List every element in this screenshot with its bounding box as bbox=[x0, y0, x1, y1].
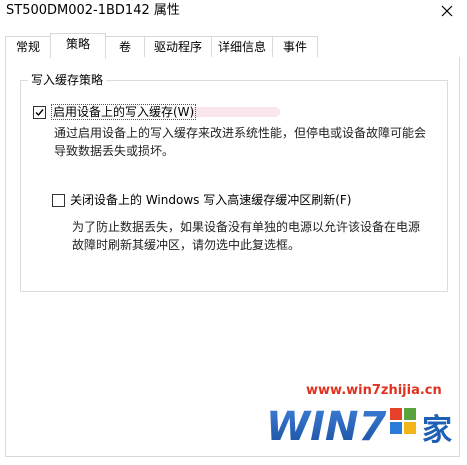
tab-events[interactable]: 事件 bbox=[272, 36, 318, 57]
description-line: 故障时刷新其缓冲区，请勿选中此复选框。 bbox=[72, 238, 301, 252]
watermark-logo-suffix: 家 bbox=[422, 413, 452, 448]
close-icon bbox=[441, 5, 453, 17]
tab-details[interactable]: 详细信息 bbox=[211, 36, 273, 57]
checkmark-icon bbox=[35, 108, 44, 116]
disable-buffer-flush-checkbox[interactable] bbox=[52, 193, 65, 207]
disable-buffer-flush-option[interactable]: 关闭设备上的 Windows 写入高速缓存缓冲区刷新(F) bbox=[52, 193, 351, 207]
title-bar: ST500DM002-1BD142 属性 bbox=[0, 0, 467, 28]
enable-write-cache-option[interactable]: 启用设备上的写入缓存(W) bbox=[33, 104, 197, 120]
watermark-blur bbox=[190, 107, 280, 117]
description-line: 通过启用设备上的写入缓存来改进系统性能，但停电或设备故障可能会 bbox=[54, 126, 427, 140]
enable-write-cache-checkbox[interactable] bbox=[33, 105, 46, 119]
groupbox-title: 写入缓存策略 bbox=[28, 73, 107, 87]
disable-buffer-flush-label[interactable]: 关闭设备上的 Windows 写入高速缓存缓冲区刷新(F) bbox=[70, 193, 351, 207]
description-line: 导致数据丢失或损坏。 bbox=[54, 144, 175, 158]
tab-driver[interactable]: 驱动程序 bbox=[144, 36, 212, 57]
tab-policies[interactable]: 策略 bbox=[50, 33, 106, 58]
enable-write-cache-label[interactable]: 启用设备上的写入缓存(W) bbox=[51, 104, 197, 120]
window-title: ST500DM002-1BD142 属性 bbox=[6, 3, 180, 18]
properties-window: ST500DM002-1BD142 属性 常规 策略 卷 驱动程序 详细信息 事… bbox=[0, 0, 467, 465]
enable-write-cache-description: 通过启用设备上的写入缓存来改进系统性能，但停电或设备故障可能会 导致数据丢失或损… bbox=[54, 124, 426, 160]
close-button[interactable] bbox=[427, 0, 467, 22]
watermark-logo-text: WIN7 bbox=[266, 404, 386, 450]
tab-general[interactable]: 常规 bbox=[5, 36, 51, 57]
tab-volumes[interactable]: 卷 bbox=[105, 36, 145, 57]
description-line: 为了防止数据丢失，如果设备没有单独的电源以允许该设备在电源 bbox=[72, 220, 421, 234]
tab-strip: 常规 策略 卷 驱动程序 详细信息 事件 bbox=[5, 33, 463, 58]
disable-buffer-flush-description: 为了防止数据丢失，如果设备没有单独的电源以允许该设备在电源 故障时刷新其缓冲区，… bbox=[72, 218, 420, 254]
windows-flag-icon bbox=[390, 408, 416, 434]
watermark-logo: WIN7 家 bbox=[266, 404, 452, 450]
